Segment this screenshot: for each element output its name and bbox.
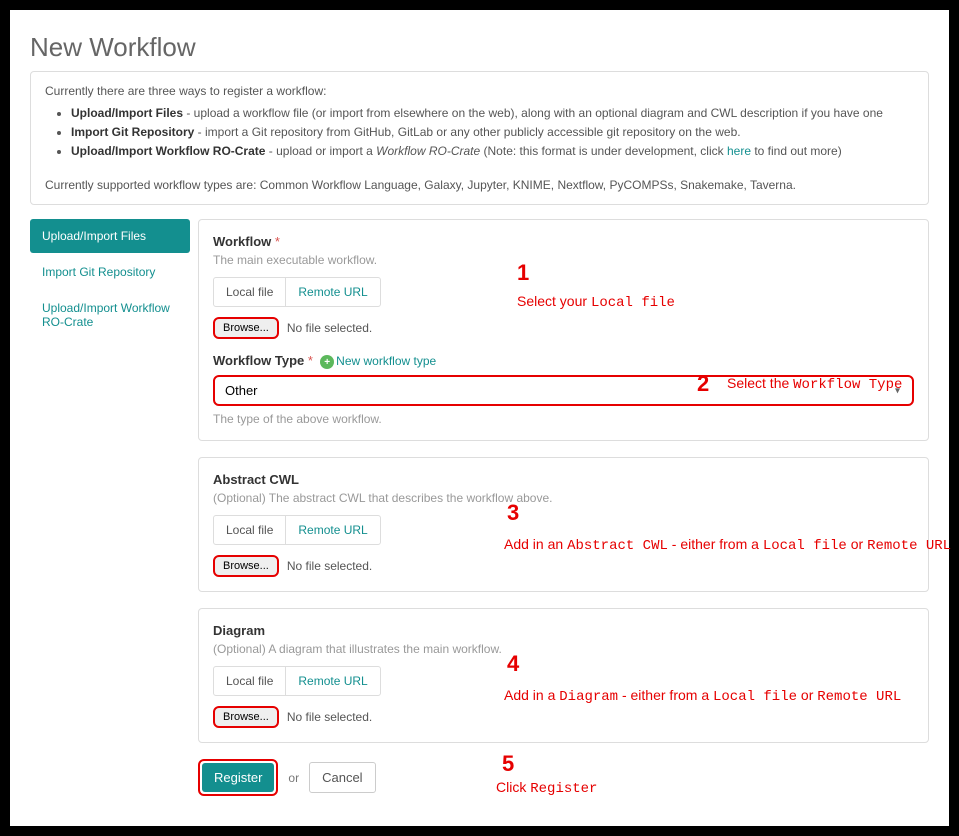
info-intro: Currently there are three ways to regist…	[45, 84, 914, 98]
diagram-browse-button[interactable]: Browse...	[213, 706, 279, 728]
new-workflow-type-link[interactable]: New workflow type	[336, 354, 436, 368]
cwl-browse-button[interactable]: Browse...	[213, 555, 279, 577]
annotation-4-number: 4	[507, 651, 519, 677]
cwl-source-tabs: Local file Remote URL	[213, 515, 381, 545]
cwl-tab-remote-url[interactable]: Remote URL	[285, 516, 379, 544]
required-asterisk-2: *	[304, 353, 313, 368]
annotation-1-number: 1	[517, 260, 529, 286]
cwl-panel: Abstract CWL (Optional) The abstract CWL…	[198, 457, 929, 592]
diagram-desc: (Optional) A diagram that illustrates th…	[213, 642, 914, 656]
workflow-desc: The main executable workflow.	[213, 253, 914, 267]
sidebar-item-rocrate[interactable]: Upload/Import Workflow RO-Crate	[30, 291, 190, 339]
annotation-2-number: 2	[697, 371, 709, 397]
diagram-panel: Diagram (Optional) A diagram that illust…	[198, 608, 929, 743]
diagram-source-tabs: Local file Remote URL	[213, 666, 381, 696]
annotation-3-number: 3	[507, 500, 519, 526]
annotation-4-text: Add in a Diagram - either from a Local f…	[504, 687, 901, 705]
tab-local-file[interactable]: Local file	[214, 278, 285, 306]
diagram-tab-local-file[interactable]: Local file	[214, 667, 285, 695]
diagram-tab-remote-url[interactable]: Remote URL	[285, 667, 379, 695]
required-asterisk: *	[271, 234, 280, 249]
workflow-browse-button[interactable]: Browse...	[213, 317, 279, 339]
workflow-label: Workflow	[213, 234, 271, 249]
info-item-git: Import Git Repository - import a Git rep…	[71, 123, 914, 142]
workflow-type-desc: The type of the above workflow.	[213, 412, 914, 426]
annotation-1-text: Select your Local file	[517, 293, 675, 311]
cwl-desc: (Optional) The abstract CWL that describ…	[213, 491, 914, 505]
cwl-tab-local-file[interactable]: Local file	[214, 516, 285, 544]
info-item-rocrate: Upload/Import Workflow RO-Crate - upload…	[71, 142, 914, 161]
info-box: Currently there are three ways to regist…	[30, 71, 929, 205]
cancel-button[interactable]: Cancel	[309, 762, 375, 793]
supported-types: Currently supported workflow types are: …	[45, 178, 914, 192]
plus-icon: +	[320, 355, 334, 369]
page-title: New Workflow	[10, 20, 949, 71]
cwl-no-file: No file selected.	[287, 559, 372, 573]
rocrate-link[interactable]: here	[727, 144, 751, 158]
register-button[interactable]: Register	[202, 763, 274, 792]
annotation-5-text: Click Register	[496, 779, 597, 797]
cwl-label: Abstract CWL	[213, 472, 914, 487]
tab-remote-url[interactable]: Remote URL	[285, 278, 379, 306]
sidebar-item-upload[interactable]: Upload/Import Files	[30, 219, 190, 253]
diagram-label: Diagram	[213, 623, 914, 638]
diagram-no-file: No file selected.	[287, 710, 372, 724]
annotation-5-number: 5	[502, 751, 514, 777]
info-item-upload: Upload/Import Files - upload a workflow …	[71, 104, 914, 123]
workflow-panel: Workflow * The main executable workflow.…	[198, 219, 929, 442]
sidebar: Upload/Import Files Import Git Repositor…	[30, 219, 190, 797]
sidebar-item-git[interactable]: Import Git Repository	[30, 255, 190, 289]
annotation-2-text: Select the Workflow Type	[727, 375, 902, 393]
annotation-3-text: Add in an Abstract CWL - either from a L…	[504, 536, 951, 554]
workflow-type-label: Workflow Type	[213, 353, 304, 368]
workflow-source-tabs: Local file Remote URL	[213, 277, 381, 307]
workflow-no-file: No file selected.	[287, 321, 372, 335]
or-text: or	[288, 771, 299, 785]
